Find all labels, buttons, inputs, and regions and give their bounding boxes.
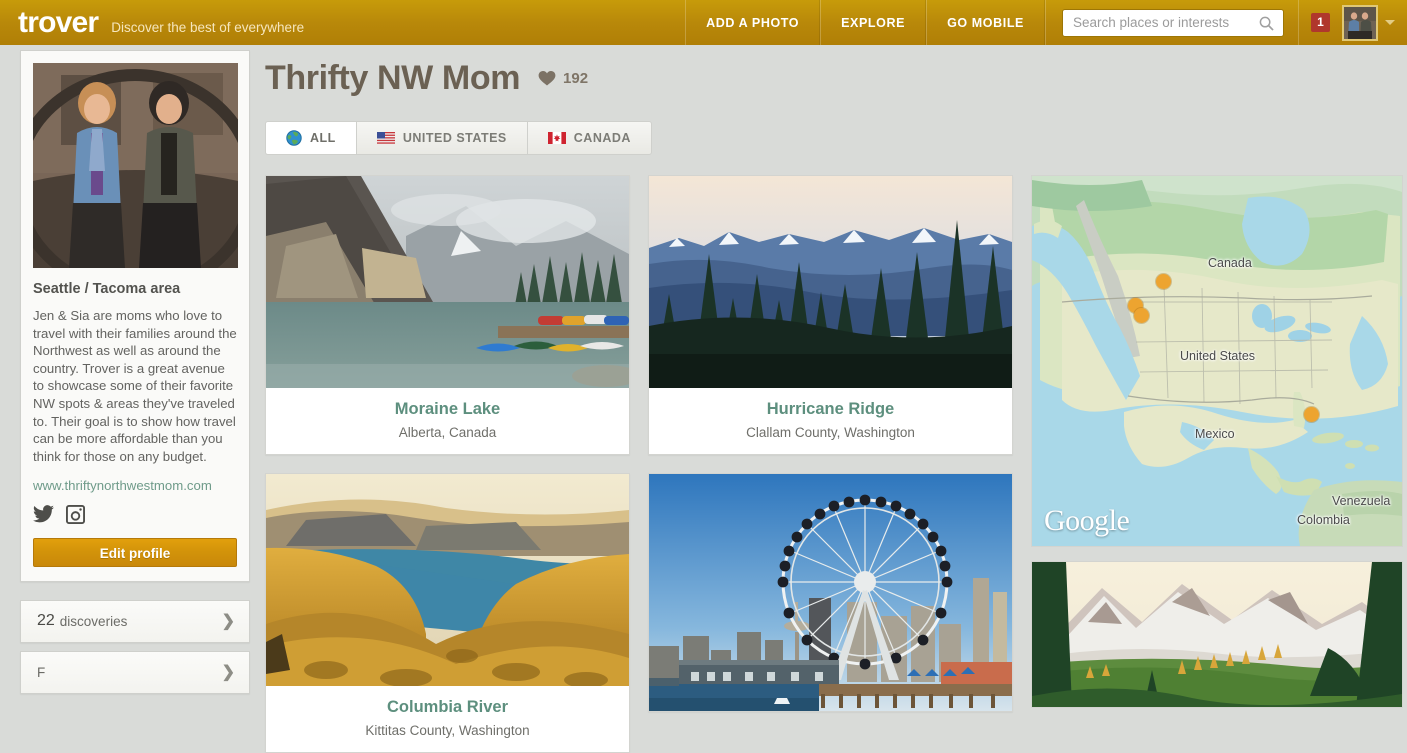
rail-photo-mountain[interactable] — [1031, 561, 1403, 708]
notification-badge[interactable]: 1 — [1311, 13, 1330, 32]
avatar[interactable] — [1342, 4, 1378, 41]
heart-icon — [538, 71, 556, 86]
search-area — [1045, 0, 1298, 45]
tab-united-states-label: UNITED STATES — [402, 131, 507, 145]
google-watermark: Google — [1044, 504, 1130, 537]
discovery-caption: Columbia River Kittitas County, Washingt… — [266, 686, 629, 752]
sidebar-item-followers[interactable]: F ❯ — [21, 651, 249, 693]
map-pin[interactable] — [1134, 308, 1149, 323]
love-count-group[interactable]: 192 — [538, 70, 588, 87]
discoveries-label: discoveries — [59, 613, 128, 629]
discovery-image-hurricane-ridge[interactable] — [649, 176, 1012, 388]
discovery-title[interactable]: Hurricane Ridge — [659, 400, 1002, 419]
profile-location: Seattle / Tacoma area — [33, 281, 181, 297]
discovery-image-seattle-ferris-wheel[interactable] — [649, 474, 1012, 711]
tab-united-states[interactable]: UNITED STATES — [355, 121, 527, 155]
twitter-icon[interactable] — [33, 505, 54, 523]
map-label-united-states: United States — [1180, 349, 1256, 363]
chevron-right-icon[interactable]: ❯ — [222, 611, 235, 631]
discovery-image-columbia-river[interactable] — [266, 474, 629, 686]
tab-canada[interactable]: CANADA — [526, 121, 652, 155]
sidebar-item-discoveries[interactable]: 22 discoveries ❯ — [21, 600, 249, 642]
chevron-right-icon[interactable]: ❯ — [222, 662, 235, 682]
grid-column-2: Hurricane Ridge Clallam County, Washingt… — [648, 175, 1013, 753]
grid-column-1: Moraine Lake Alberta, Canada Columbia Ri… — [265, 175, 630, 753]
map-pin[interactable] — [1156, 274, 1171, 289]
discoveries-grid: Moraine Lake Alberta, Canada Columbia Ri… — [265, 175, 1407, 753]
map-pin[interactable] — [1304, 407, 1319, 422]
tab-all-label: ALL — [310, 131, 336, 145]
discovery-subtitle: Kittitas County, Washington — [365, 723, 530, 738]
canada-flag-icon — [547, 132, 566, 144]
brand-area[interactable]: trover Discover the best of everywhere — [0, 0, 304, 45]
trover-logo[interactable]: trover — [18, 0, 99, 45]
followers-label: F — [37, 664, 46, 680]
search-box[interactable] — [1062, 8, 1284, 37]
discovery-card-hurricane-ridge[interactable]: Hurricane Ridge Clallam County, Washingt… — [648, 175, 1013, 455]
nav-explore[interactable]: EXPLORE — [820, 0, 927, 45]
search-input[interactable] — [1073, 9, 1255, 36]
profile-panel: Seattle / Tacoma area Jen & Sia are moms… — [20, 50, 250, 582]
profile-sidebar: Seattle / Tacoma area Jen & Sia are moms… — [20, 50, 250, 694]
filter-tabs: ALL UNITED STATES CANADA — [265, 121, 1407, 155]
map-label-canada: Canada — [1208, 256, 1252, 270]
discovery-card-columbia-river[interactable]: Columbia River Kittitas County, Washingt… — [265, 473, 630, 753]
discovery-title[interactable]: Columbia River — [276, 698, 619, 717]
notification-area[interactable]: 1 — [1298, 0, 1342, 45]
edit-profile-button[interactable]: Edit profile — [33, 537, 237, 567]
discovery-caption: Moraine Lake Alberta, Canada — [266, 388, 629, 454]
discovery-caption: Hurricane Ridge Clallam County, Washingt… — [649, 388, 1012, 454]
chevron-down-icon[interactable] — [1385, 20, 1395, 25]
stats-panel-secondary: F ❯ — [20, 650, 250, 694]
account-menu[interactable] — [1342, 0, 1407, 45]
brand-tagline: Discover the best of everywhere — [111, 20, 305, 35]
main-content: Thrifty NW Mom 192 ALL UNITED STATES CAN… — [265, 50, 1407, 753]
map-label-venezuela: Venezuela — [1332, 494, 1391, 508]
nav-links: ADD A PHOTO EXPLORE GO MOBILE — [685, 0, 1045, 45]
discovery-image-moraine-lake[interactable] — [266, 176, 629, 388]
search-icon[interactable] — [1259, 16, 1274, 31]
discovery-title[interactable]: Moraine Lake — [276, 400, 619, 419]
discovery-subtitle: Clallam County, Washington — [746, 425, 915, 440]
page-title-row: Thrifty NW Mom 192 — [265, 50, 1407, 106]
profile-photo[interactable] — [33, 63, 238, 268]
right-rail: Canada United States Mexico Venezuela Co… — [1031, 175, 1403, 753]
nav-add-a-photo[interactable]: ADD A PHOTO — [685, 0, 821, 45]
tab-canada-label: CANADA — [573, 131, 631, 145]
map-label-mexico: Mexico — [1195, 427, 1235, 441]
map-label-colombia: Colombia — [1297, 513, 1350, 527]
discoveries-count: 22 — [37, 612, 55, 630]
discovery-card-seattle[interactable] — [648, 473, 1013, 712]
love-count: 192 — [563, 69, 589, 87]
us-flag-icon — [376, 132, 395, 144]
social-links — [33, 504, 237, 524]
tab-all[interactable]: ALL — [265, 121, 356, 155]
top-navigation-bar: trover Discover the best of everywhere A… — [0, 0, 1407, 45]
discovery-subtitle: Alberta, Canada — [398, 425, 497, 440]
instagram-icon[interactable] — [66, 504, 85, 524]
globe-icon — [286, 130, 302, 146]
discovery-card-moraine-lake[interactable]: Moraine Lake Alberta, Canada — [265, 175, 630, 455]
profile-bio: Jen & Sia are moms who love to travel wi… — [33, 308, 237, 464]
discoveries-map[interactable]: Canada United States Mexico Venezuela Co… — [1031, 175, 1403, 547]
nav-go-mobile[interactable]: GO MOBILE — [926, 0, 1045, 45]
page-title: Thrifty NW Mom — [265, 58, 521, 97]
profile-website-link[interactable]: www.thriftynorthwestmom.com — [33, 477, 237, 495]
stats-panel: 22 discoveries ❯ — [20, 599, 250, 643]
